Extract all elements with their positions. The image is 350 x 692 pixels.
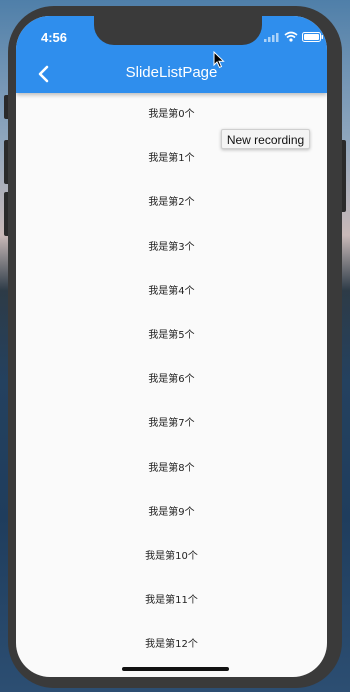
signal-icon xyxy=(264,33,279,42)
list-item[interactable]: 我是第11个 xyxy=(16,579,327,623)
list-item[interactable]: 我是第5个 xyxy=(16,314,327,358)
page-title: SlideListPage xyxy=(125,64,218,81)
recording-tooltip: New recording xyxy=(221,129,310,149)
list-item[interactable]: 我是第4个 xyxy=(16,270,327,314)
mouse-cursor-icon xyxy=(213,51,225,69)
list-item[interactable]: 我是第7个 xyxy=(16,402,327,446)
list-item[interactable]: 我是第10个 xyxy=(16,535,327,579)
battery-icon xyxy=(302,32,323,42)
device-screen: 4:56 SlideListPage 我是第0个 我是第1个 我是第2个 我是第3个我… xyxy=(16,16,327,677)
slide-list[interactable]: 我是第0个 我是第1个 我是第2个 我是第3个 我是第4个 我是第5个 我是第6个 我是第7个… xyxy=(16,93,327,667)
notch xyxy=(94,16,262,45)
home-indicator xyxy=(122,667,229,671)
list-item[interactable]: 我是第2个 xyxy=(16,181,327,225)
list-item[interactable]: 我是第8个 xyxy=(16,447,327,491)
wifi-icon xyxy=(284,31,298,42)
list-item[interactable]: 我是第12个 xyxy=(16,623,327,667)
status-time: 4:56 xyxy=(41,30,68,45)
list-item[interactable]: 我是第6个 xyxy=(16,358,327,402)
list-item[interactable]: 我是第9个 xyxy=(16,491,327,535)
list-item[interactable]: 我是第3个 xyxy=(16,226,327,270)
